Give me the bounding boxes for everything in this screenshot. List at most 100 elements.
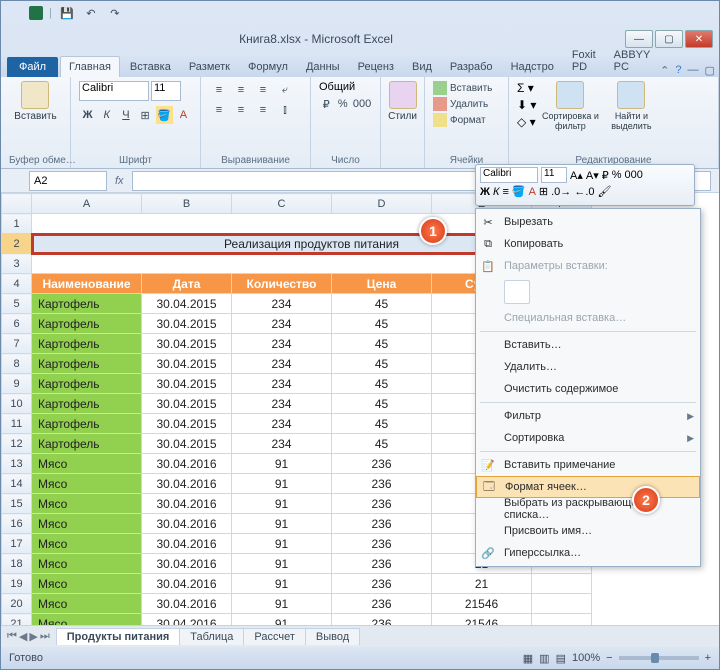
cell-qty[interactable]: 234 — [232, 414, 332, 434]
cell-product[interactable]: Картофель — [32, 294, 142, 314]
ctx-define-name[interactable]: Присвоить имя… — [476, 520, 700, 542]
zoom-out-button[interactable]: − — [606, 652, 612, 664]
table-header-cell[interactable]: Дата — [142, 274, 232, 294]
cell-price[interactable]: 236 — [332, 494, 432, 514]
col-header[interactable]: C — [232, 194, 332, 214]
cells-insert-button[interactable]: Вставить — [433, 81, 500, 95]
cell-date[interactable]: 30.04.2016 — [142, 494, 232, 514]
cell-price[interactable]: 45 — [332, 374, 432, 394]
row-header[interactable]: 11 — [2, 414, 32, 434]
ctx-clear[interactable]: Очистить содержимое — [476, 378, 700, 400]
doc-minimize-icon[interactable]: — — [688, 64, 699, 77]
row-header[interactable]: 7 — [2, 334, 32, 354]
sort-filter-button[interactable]: Сортировка и фильтр — [540, 81, 600, 131]
name-box[interactable]: A2 — [29, 171, 107, 191]
align-mid-icon[interactable]: ≡ — [231, 81, 251, 99]
mini-decimal-inc-icon[interactable]: .0→ — [551, 186, 571, 198]
cell-date[interactable]: 30.04.2016 — [142, 594, 232, 614]
help-icon[interactable]: ? — [675, 64, 681, 77]
mini-currency-icon[interactable]: ₽ — [602, 169, 609, 182]
mini-font-combo[interactable]: Calibri — [480, 167, 538, 183]
tab-formulas[interactable]: Формул — [240, 57, 296, 77]
cell-product[interactable]: Мясо — [32, 494, 142, 514]
row-header[interactable]: 12 — [2, 434, 32, 454]
undo-icon[interactable]: ↶ — [82, 4, 100, 22]
cell-price[interactable]: 236 — [332, 554, 432, 574]
cell-date[interactable]: 30.04.2015 — [142, 434, 232, 454]
sheet-tab-active[interactable]: Продукты питания — [56, 628, 181, 645]
mini-percent-icon[interactable]: % — [612, 169, 622, 181]
close-button[interactable]: ✕ — [685, 30, 713, 48]
sheet-tab[interactable]: Рассчет — [243, 628, 306, 645]
cell-qty[interactable]: 234 — [232, 394, 332, 414]
ctx-insert-comment[interactable]: 📝Вставить примечание — [476, 454, 700, 476]
mini-italic-button[interactable]: К — [493, 186, 499, 198]
table-row[interactable]: 20Мясо30.04.20169123621546 — [2, 594, 592, 614]
zoom-in-button[interactable]: + — [705, 652, 711, 664]
mini-grow-font-icon[interactable]: A▴ — [570, 169, 583, 182]
percent-icon[interactable]: % — [336, 95, 351, 113]
row-header[interactable]: 5 — [2, 294, 32, 314]
cell-price[interactable]: 236 — [332, 614, 432, 626]
cell-product[interactable]: Мясо — [32, 474, 142, 494]
cell-qty[interactable]: 234 — [232, 294, 332, 314]
cell-price[interactable]: 236 — [332, 574, 432, 594]
cell-price[interactable]: 236 — [332, 474, 432, 494]
mini-shrink-font-icon[interactable]: A▾ — [586, 169, 599, 182]
ctx-cut[interactable]: ✂Вырезать — [476, 211, 700, 233]
cell-date[interactable]: 30.04.2016 — [142, 574, 232, 594]
mini-fill-icon[interactable]: 🪣 — [512, 185, 526, 198]
cell-product[interactable]: Картофель — [32, 434, 142, 454]
cell-qty[interactable]: 91 — [232, 534, 332, 554]
cell-sum[interactable]: 21546 — [432, 594, 532, 614]
row-header[interactable]: 9 — [2, 374, 32, 394]
align-top-icon[interactable]: ≡ — [209, 81, 229, 99]
cell-date[interactable]: 30.04.2015 — [142, 354, 232, 374]
sheet-nav-prev-icon[interactable]: ◀ — [19, 630, 27, 643]
save-icon[interactable]: 💾 — [58, 4, 76, 22]
row-header[interactable]: 4 — [2, 274, 32, 294]
cells-format-button[interactable]: Формат — [433, 113, 500, 127]
paste-button[interactable]: Вставить — [14, 81, 56, 122]
row-header[interactable]: 3 — [2, 254, 32, 274]
zoom-level[interactable]: 100% — [572, 652, 600, 664]
cell-qty[interactable]: 91 — [232, 614, 332, 626]
cell-date[interactable]: 30.04.2016 — [142, 514, 232, 534]
cell-price[interactable]: 236 — [332, 514, 432, 534]
clear-icon[interactable]: ◇ ▾ — [517, 115, 536, 129]
cell-price[interactable]: 45 — [332, 414, 432, 434]
font-color-button[interactable]: A — [175, 106, 192, 124]
tab-foxit[interactable]: Foxit PD — [564, 45, 604, 77]
row-header[interactable]: 16 — [2, 514, 32, 534]
cell-date[interactable]: 30.04.2016 — [142, 554, 232, 574]
tab-insert[interactable]: Вставка — [122, 57, 179, 77]
row-header[interactable]: 1 — [2, 214, 32, 234]
cell-price[interactable]: 45 — [332, 314, 432, 334]
styles-button[interactable]: Стили — [389, 81, 416, 122]
cell-date[interactable]: 30.04.2016 — [142, 614, 232, 626]
underline-button[interactable]: Ч — [117, 106, 134, 124]
cell-qty[interactable]: 234 — [232, 334, 332, 354]
cell-price[interactable]: 45 — [332, 434, 432, 454]
tab-view[interactable]: Вид — [404, 57, 440, 77]
cell-qty[interactable]: 234 — [232, 314, 332, 334]
cell-product[interactable]: Картофель — [32, 334, 142, 354]
cell-product[interactable]: Картофель — [32, 394, 142, 414]
cell-qty[interactable]: 91 — [232, 514, 332, 534]
row-header[interactable]: 8 — [2, 354, 32, 374]
row-header[interactable]: 10 — [2, 394, 32, 414]
sheet-tab[interactable]: Таблица — [179, 628, 244, 645]
comma-icon[interactable]: 000 — [352, 95, 372, 113]
fill-icon[interactable]: ⬇ ▾ — [517, 98, 536, 112]
cell-qty[interactable]: 91 — [232, 454, 332, 474]
mini-font-color-icon[interactable]: A — [529, 186, 536, 198]
cell-sum[interactable]: 21546 — [432, 614, 532, 626]
currency-icon[interactable]: ₽ — [319, 95, 334, 113]
tab-abbyy[interactable]: ABBYY PC — [606, 45, 659, 77]
table-row[interactable]: 21Мясо30.04.20169123621546 — [2, 614, 592, 626]
ctx-hyperlink[interactable]: 🔗Гиперссылка… — [476, 542, 700, 564]
mini-border-icon[interactable]: ⊞ — [539, 185, 548, 198]
view-normal-icon[interactable]: ▦ — [523, 652, 533, 665]
cell-qty[interactable]: 91 — [232, 574, 332, 594]
tab-review[interactable]: Реценз — [350, 57, 402, 77]
